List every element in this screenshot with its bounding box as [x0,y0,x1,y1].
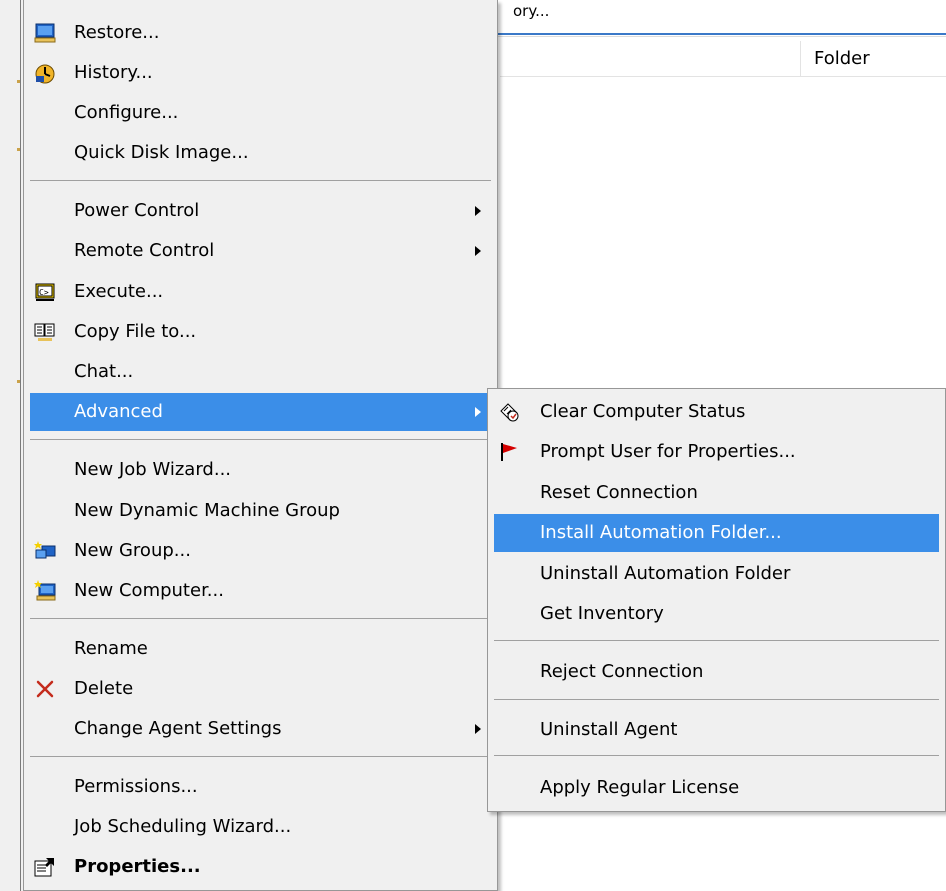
window-edge [20,0,21,891]
submenu-item-uninstall-automation-folder[interactable]: Uninstall Automation Folder [494,555,939,593]
menu-item-quick-disk-image[interactable]: Quick Disk Image... [30,134,491,172]
menu-separator [494,699,939,700]
red-flag-icon [501,443,517,461]
menu-item-restore[interactable]: Restore... [30,14,491,52]
delete-icon [36,680,54,698]
advanced-submenu: Clear Computer Status Prompt User for Pr… [487,388,946,812]
history-icon [35,64,55,84]
tree-marker [17,380,20,383]
submenu-item-prompt-user[interactable]: Prompt User for Properties... [494,433,939,471]
menu-item-execute[interactable]: C> Execute... [30,273,491,311]
submenu-item-get-inventory[interactable]: Get Inventory [494,595,939,633]
menu-item-job-scheduling-wizard[interactable]: Job Scheduling Wizard... [30,808,491,846]
submenu-arrow-icon [475,246,481,256]
submenu-item-reject-connection[interactable]: Reject Connection [494,653,939,691]
toolbar-divider [498,33,946,35]
submenu-arrow-icon [475,206,481,216]
menu-item-copy-file[interactable]: Copy File to... [30,313,491,351]
menu-item-power-control[interactable]: Power Control [30,192,491,230]
background-left-strip [0,0,23,891]
column-header-folder[interactable]: Folder [814,48,870,69]
menu-item-remote-control[interactable]: Remote Control [30,232,491,270]
list-header: Folder [500,41,946,77]
submenu-item-apply-regular-license[interactable]: Apply Regular License [494,769,939,807]
column-separator [800,41,801,76]
menu-separator [494,640,939,641]
submenu-arrow-icon [475,407,481,417]
menu-separator [30,439,491,440]
monitor-icon [34,23,56,43]
breadcrumb: ory... [513,2,550,20]
submenu-item-uninstall-agent[interactable]: Uninstall Agent [494,711,939,749]
menu-item-rename[interactable]: Rename [30,630,491,668]
menu-item-new-dynamic-machine-group[interactable]: New Dynamic Machine Group [30,492,491,530]
new-group-icon [34,541,56,559]
copy-file-icon [34,323,55,341]
menu-item-history[interactable]: History... [30,54,491,92]
command-prompt-icon: C> [35,283,55,301]
svg-text:C>: C> [39,288,49,297]
submenu-arrow-icon [475,724,481,734]
menu-item-delete[interactable]: Delete [30,670,491,708]
properties-icon [34,858,54,877]
menu-separator [30,618,491,619]
tree-marker [17,80,20,83]
menu-item-new-job-wizard[interactable]: New Job Wizard... [30,451,491,489]
context-menu: Restore... History... Configure... Quick… [23,0,498,891]
menu-separator [30,756,491,757]
menu-separator [30,180,491,181]
menu-separator [494,755,939,756]
clear-status-icon [500,403,519,422]
submenu-item-clear-computer-status[interactable]: Clear Computer Status [494,393,939,431]
menu-item-new-computer[interactable]: New Computer... [30,572,491,610]
menu-item-new-group[interactable]: New Group... [30,532,491,570]
menu-item-permissions[interactable]: Permissions... [30,768,491,806]
submenu-item-reset-connection[interactable]: Reset Connection [494,474,939,512]
submenu-item-install-automation-folder[interactable]: Install Automation Folder... [494,514,939,552]
menu-item-change-agent-settings[interactable]: Change Agent Settings [30,710,491,748]
menu-item-configure[interactable]: Configure... [30,94,491,132]
menu-item-chat[interactable]: Chat... [30,353,491,391]
tree-marker [17,148,20,151]
new-computer-icon [34,580,56,601]
menu-item-advanced[interactable]: Advanced [30,393,491,431]
menu-item-properties[interactable]: Properties... [30,848,491,886]
